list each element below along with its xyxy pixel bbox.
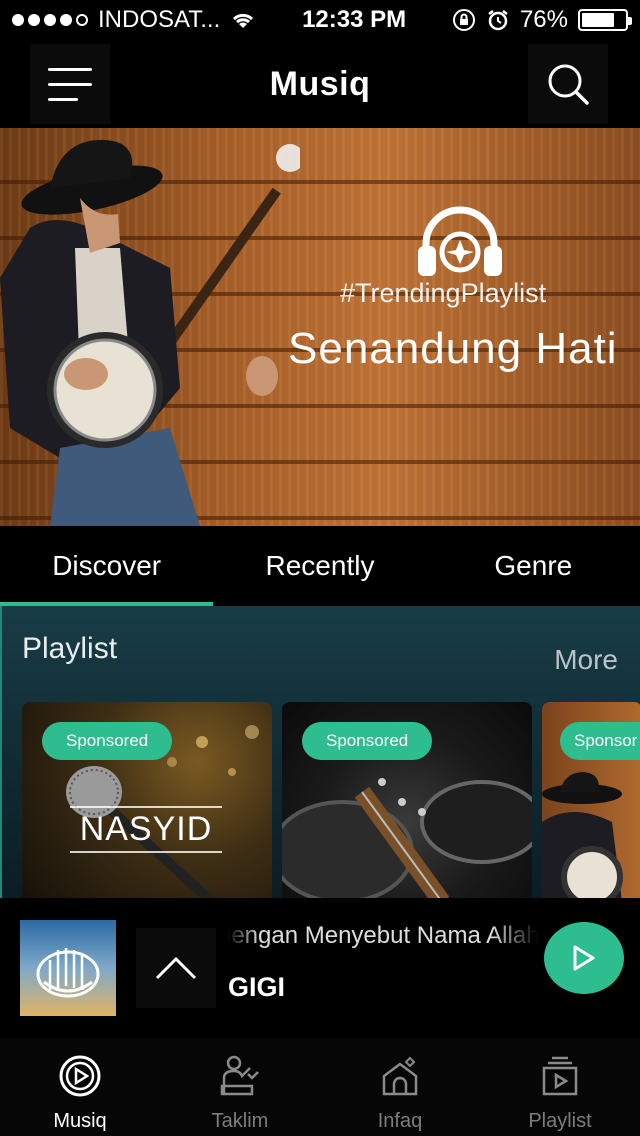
nav-item-musiq[interactable]: Musiq [0, 1038, 160, 1136]
playlist-carousel[interactable]: Sponsored NASYID Sponsored Sponsor [22, 702, 640, 898]
status-time: 12:33 PM [302, 6, 407, 33]
nav-label: Playlist [528, 1110, 592, 1132]
playlist-section-title: Playlist [22, 632, 118, 665]
tab-recently[interactable]: Recently [213, 526, 426, 606]
alarm-icon [488, 10, 508, 31]
signal-strength-icon [12, 14, 88, 26]
carrier-name: INDOSAT... [98, 6, 221, 33]
discover-content: Playlist More Sponsored NASYID Sponsored… [0, 606, 640, 898]
headphones-logo-icon [418, 206, 502, 276]
mosque-icon [376, 1052, 424, 1100]
status-right: 76% [452, 6, 632, 34]
tab-bar: Discover Recently Genre [0, 526, 640, 606]
trending-banner[interactable]: #TrendingPlaylist Senandung Hati [0, 128, 640, 526]
banjo-player-illustration [0, 139, 300, 526]
menu-button[interactable] [30, 44, 110, 124]
hamburger-icon-line [48, 82, 92, 86]
nav-item-playlist[interactable]: Playlist [480, 1038, 640, 1136]
nav-label: Taklim [211, 1110, 269, 1132]
app-title: Musiq [269, 64, 371, 103]
album-art[interactable] [20, 920, 116, 1016]
nav-item-taklim[interactable]: Taklim [160, 1038, 320, 1136]
tab-genre[interactable]: Genre [427, 526, 640, 606]
hamburger-icon [48, 67, 92, 71]
now-playing-bar[interactable]: Dengan Menyebut Nama Allah GIGI [0, 898, 640, 1038]
play-circle-icon [56, 1052, 104, 1100]
sponsored-badge: Sponsored [302, 722, 433, 760]
search-button[interactable] [528, 44, 608, 124]
play-icon [573, 945, 595, 971]
playlist-card[interactable]: Sponsored NASYID [22, 702, 272, 898]
teacher-icon [216, 1052, 264, 1100]
playlist-card[interactable]: Sponsored [282, 702, 532, 898]
app-header: Musiq [0, 40, 640, 128]
more-link[interactable]: More [554, 644, 618, 676]
sponsored-badge: Sponsored [42, 722, 173, 760]
calligraphy-art-icon [36, 948, 100, 998]
bottom-navigation: Musiq Taklim Infaq Playlist [0, 1038, 640, 1136]
banner-title: Senandung Hati [288, 324, 618, 373]
play-button[interactable] [544, 922, 624, 994]
chevron-up-icon [155, 956, 197, 980]
battery-icon [577, 9, 632, 31]
tab-discover[interactable]: Discover [0, 526, 214, 606]
track-title: Dengan Menyebut Nama Allah [228, 922, 538, 950]
rotation-lock-icon [452, 9, 475, 31]
nav-item-infaq[interactable]: Infaq [320, 1038, 480, 1136]
nav-label: Musiq [53, 1110, 107, 1132]
track-title-text: Dengan Menyebut Nama Allah [228, 922, 538, 949]
card-overlay-title: NASYID [70, 806, 222, 853]
battery-percent: 76% [519, 6, 568, 33]
nav-label: Infaq [377, 1110, 423, 1132]
sponsored-badge: Sponsor [560, 722, 640, 760]
banner-tag: #TrendingPlaylist [340, 278, 547, 308]
wifi-icon [233, 13, 254, 28]
status-bar: INDOSAT... 12:33 PM 76% [0, 0, 640, 40]
battery-fill [581, 13, 614, 27]
playlist-icon [536, 1052, 584, 1100]
status-left: INDOSAT... [12, 6, 256, 34]
search-icon [548, 64, 589, 105]
track-artist: GIGI [228, 972, 286, 1002]
expand-player-button[interactable] [136, 928, 216, 1008]
playlist-card[interactable]: Sponsor [542, 702, 640, 898]
hamburger-icon-line [48, 97, 78, 101]
